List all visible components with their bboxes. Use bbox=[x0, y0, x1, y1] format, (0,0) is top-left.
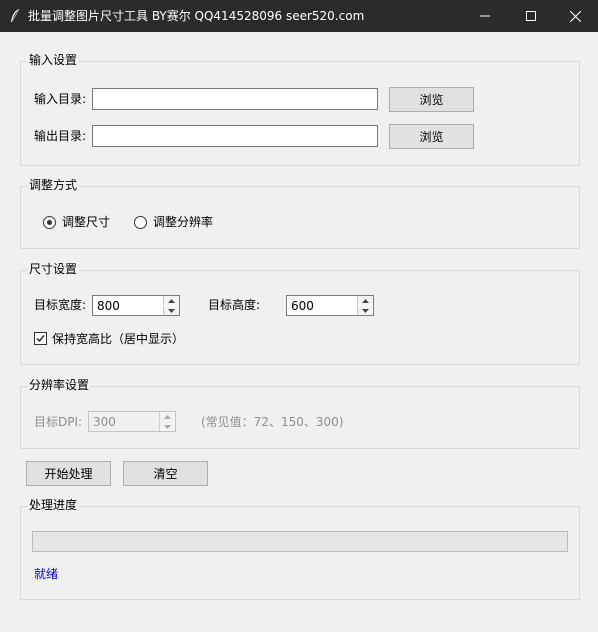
height-label: 目标高度: bbox=[208, 298, 261, 312]
clear-button[interactable]: 清空 bbox=[123, 461, 208, 486]
start-label: 开始处理 bbox=[44, 467, 93, 481]
radio-resize[interactable] bbox=[43, 216, 56, 229]
width-up-button[interactable] bbox=[163, 296, 179, 305]
input-settings-title: 输入设置 bbox=[27, 53, 80, 67]
arrow-down-icon bbox=[362, 308, 369, 313]
radio-resolution-label: 调整分辨率 bbox=[153, 215, 214, 229]
minimize-button[interactable] bbox=[462, 0, 508, 32]
arrow-up-icon bbox=[168, 298, 175, 303]
browse-input-button[interactable]: 浏览 bbox=[389, 87, 474, 112]
width-label: 目标宽度: bbox=[34, 298, 87, 312]
keep-ratio-label: 保持宽高比（居中显示） bbox=[52, 332, 185, 346]
height-spinbox[interactable]: 600 bbox=[286, 295, 374, 316]
dpi-settings-title: 分辨率设置 bbox=[27, 378, 92, 392]
progress-title: 处理进度 bbox=[27, 498, 80, 512]
arrow-down-icon bbox=[164, 424, 171, 429]
close-icon bbox=[569, 10, 581, 22]
window-title: 批量调整图片尺寸工具 BY赛尔 QQ414528096 seer520.com bbox=[28, 9, 365, 23]
dpi-down-button[interactable] bbox=[159, 422, 175, 431]
width-value: 800 bbox=[97, 299, 120, 313]
feather-icon bbox=[8, 8, 22, 24]
minimize-icon bbox=[480, 11, 490, 21]
height-up-button[interactable] bbox=[357, 296, 373, 305]
width-down-button[interactable] bbox=[163, 306, 179, 315]
radio-resolution[interactable] bbox=[134, 216, 147, 229]
browse-output-button[interactable]: 浏览 bbox=[389, 124, 474, 149]
dpi-spinbox[interactable]: 300 bbox=[88, 411, 176, 432]
clear-label: 清空 bbox=[153, 467, 178, 481]
arrow-down-icon bbox=[168, 308, 175, 313]
dpi-hint: (常见值：72、150、300) bbox=[201, 415, 344, 429]
dpi-label: 目标DPI: bbox=[34, 415, 83, 429]
maximize-button[interactable] bbox=[508, 0, 554, 32]
browse-output-label: 浏览 bbox=[419, 130, 444, 144]
arrow-up-icon bbox=[362, 298, 369, 303]
start-button[interactable]: 开始处理 bbox=[26, 461, 111, 486]
dpi-value: 300 bbox=[93, 415, 116, 429]
progress-group bbox=[20, 506, 580, 600]
maximize-icon bbox=[526, 11, 536, 21]
input-dir-label: 输入目录: bbox=[34, 92, 87, 106]
status-text: 就绪 bbox=[34, 567, 59, 581]
radio-resize-label: 调整尺寸 bbox=[62, 215, 111, 229]
checkmark-icon bbox=[36, 335, 45, 343]
dpi-up-button[interactable] bbox=[159, 412, 175, 421]
arrow-up-icon bbox=[164, 414, 171, 419]
keep-ratio-checkbox[interactable] bbox=[34, 332, 47, 345]
size-settings-group bbox=[20, 270, 580, 365]
input-settings-group bbox=[20, 61, 580, 166]
height-value: 600 bbox=[291, 299, 314, 313]
mode-title: 调整方式 bbox=[27, 178, 80, 192]
output-dir-label: 输出目录: bbox=[34, 129, 87, 143]
input-dir-field[interactable] bbox=[92, 88, 378, 110]
height-down-button[interactable] bbox=[357, 306, 373, 315]
output-dir-field[interactable] bbox=[92, 125, 378, 147]
size-settings-title: 尺寸设置 bbox=[27, 262, 80, 276]
title-bar: 批量调整图片尺寸工具 BY赛尔 QQ414528096 seer520.com bbox=[0, 0, 598, 32]
width-spinbox[interactable]: 800 bbox=[92, 295, 180, 316]
browse-input-label: 浏览 bbox=[419, 93, 444, 107]
progress-bar bbox=[32, 531, 568, 552]
close-button[interactable] bbox=[552, 0, 598, 32]
